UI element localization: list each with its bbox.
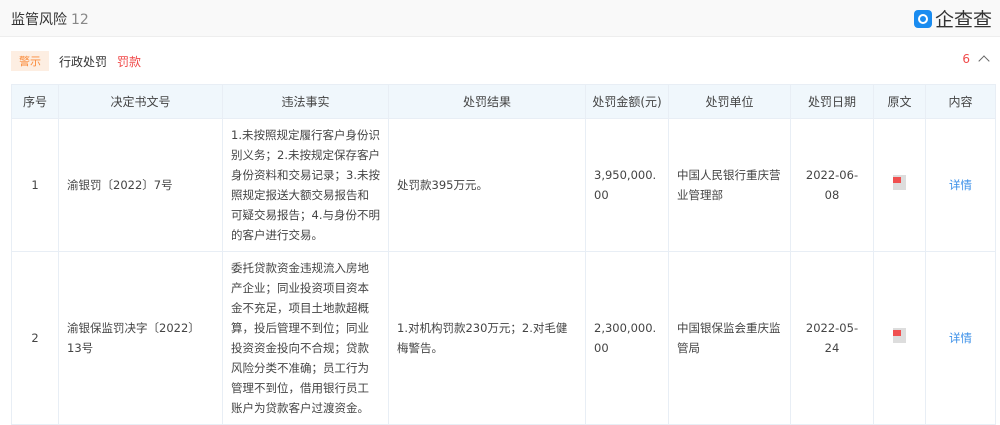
row-date: 2022-05-24	[790, 251, 874, 425]
col-original: 原文	[873, 84, 926, 119]
row-amount: 3,950,000.00	[585, 118, 669, 252]
col-date: 处罚日期	[790, 84, 874, 119]
penalty-table: 序号 决定书文号 违法事实 处罚结果 处罚金额(元) 处罚单位 处罚日期 原文 …	[11, 84, 996, 425]
original-cell	[873, 118, 926, 252]
row-doc: 渝银保监罚决字〔2022〕13号	[58, 251, 223, 425]
col-content: 内容	[925, 84, 996, 119]
logo-text: 企查查	[934, 9, 992, 31]
row-unit: 中国银保监会重庆监管局	[668, 251, 791, 425]
subcategory-label: 罚款	[117, 54, 142, 69]
table-row: 1 渝银罚〔2022〕7号 1.未按照规定履行客户身份识别义务；2.未按规定保存…	[11, 118, 996, 252]
warning-tag: 警示	[11, 51, 49, 71]
row-unit: 中国人民银行重庆营业管理部	[668, 118, 791, 252]
row-no: 1	[11, 118, 59, 252]
row-date: 2022-06-08	[790, 118, 874, 252]
pdf-file-icon[interactable]	[893, 327, 906, 343]
row-no: 2	[11, 251, 59, 425]
col-unit: 处罚单位	[668, 84, 791, 119]
collapse-control[interactable]: 6	[962, 52, 990, 67]
row-doc: 渝银罚〔2022〕7号	[58, 118, 223, 252]
detail-cell: 详情	[925, 118, 996, 252]
pdf-file-icon[interactable]	[893, 174, 906, 190]
logo-icon	[913, 9, 932, 28]
risk-count: 12	[71, 12, 89, 28]
row-facts: 委托贷款资金违规流入房地产企业；同业投资项目资本金不充足，项目土地款超概算，投后…	[222, 251, 389, 425]
col-doc: 决定书文号	[58, 84, 223, 119]
col-result: 处罚结果	[388, 84, 586, 119]
detail-link[interactable]: 详情	[949, 331, 972, 345]
detail-cell: 详情	[925, 251, 996, 425]
category-label: 行政处罚	[59, 54, 108, 69]
chevron-up-icon[interactable]	[978, 55, 990, 67]
section-title: 监管风险 12	[11, 9, 89, 29]
col-amount: 处罚金额(元)	[585, 84, 669, 119]
filter-bar: 警示 行政处罚 罚款	[11, 51, 141, 71]
row-result: 1.对机构罚款230万元；2.对毛健梅警告。	[388, 251, 586, 425]
col-facts: 违法事实	[222, 84, 389, 119]
section-header: 监管风险 12 企查查	[0, 0, 1000, 37]
detail-link[interactable]: 详情	[949, 178, 972, 192]
qichacha-logo: 企查查	[913, 5, 992, 32]
col-no: 序号	[11, 84, 59, 119]
row-amount: 2,300,000.00	[585, 251, 669, 425]
record-count: 6	[962, 52, 970, 66]
table-header: 序号 决定书文号 违法事实 处罚结果 处罚金额(元) 处罚单位 处罚日期 原文 …	[11, 84, 996, 119]
original-cell	[873, 251, 926, 425]
title-text: 监管风险	[11, 12, 67, 28]
table-row: 2 渝银保监罚决字〔2022〕13号 委托贷款资金违规流入房地产企业；同业投资项…	[11, 251, 996, 425]
row-facts: 1.未按照规定履行客户身份识别义务；2.未按规定保存客户身份资料和交易记录；3.…	[222, 118, 389, 252]
row-result: 处罚款395万元。	[388, 118, 586, 252]
